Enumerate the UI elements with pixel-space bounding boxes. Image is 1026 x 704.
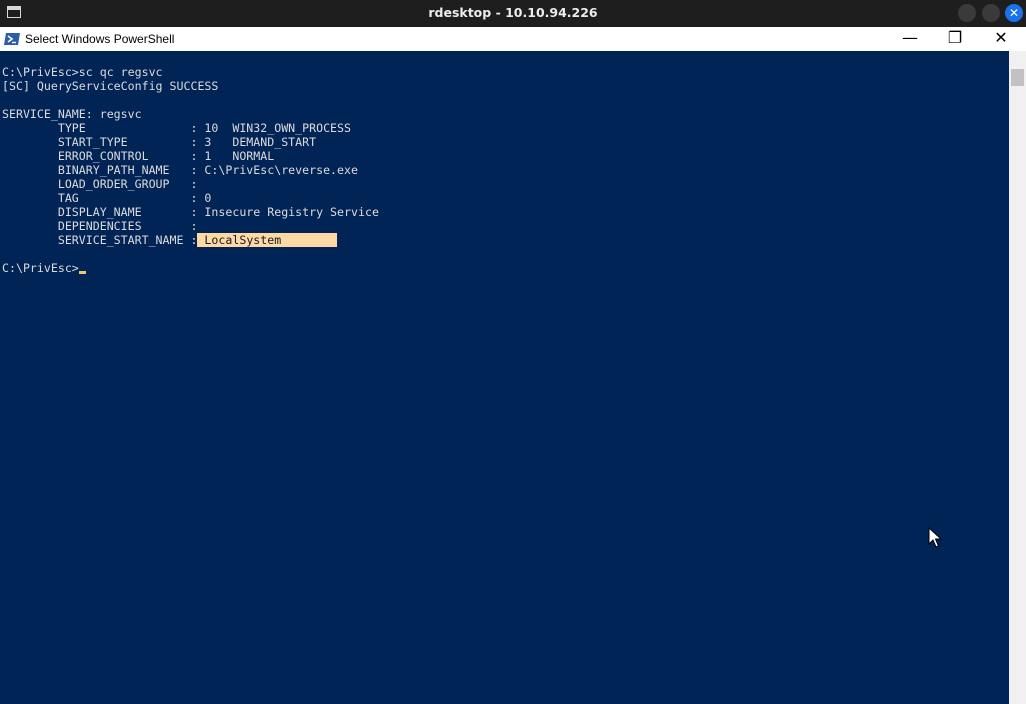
console-line: SERVICE_NAME: regsvc (2, 107, 142, 121)
close-button[interactable]: ✕ (978, 27, 1024, 51)
powershell-title-bar: Select Windows PowerShell — ❐ ✕ (0, 27, 1026, 51)
text-cursor (78, 271, 86, 274)
console-line: START_TYPE : 3 DEMAND_START (2, 135, 317, 149)
mouse-pointer-icon (928, 527, 942, 548)
close-icon: ✕ (994, 28, 1008, 47)
console-line: TYPE : 10 WIN32_OWN_PROCESS (2, 121, 352, 135)
scrollbar-thumb[interactable] (1011, 69, 1024, 86)
rdesktop-title-bar: rdesktop - 10.10.94.226 ✕ (0, 0, 1026, 27)
command-prompt: C:\PrivEsc> (2, 261, 79, 275)
outer-maximize-button[interactable] (982, 4, 1000, 22)
close-icon: ✕ (1008, 6, 1020, 20)
outer-close-button[interactable]: ✕ (1005, 4, 1023, 22)
service-start-name-label: SERVICE_START_NAME : (2, 233, 198, 247)
powershell-icon (4, 33, 20, 45)
rdesktop-title: rdesktop - 10.10.94.226 (428, 5, 598, 20)
console-line: BINARY_PATH_NAME : C:\PrivEsc\reverse.ex… (2, 163, 358, 177)
console-line: [SC] QueryServiceConfig SUCCESS (2, 79, 219, 93)
console-line: C:\PrivEsc>sc qc regsvc (2, 65, 163, 79)
outer-minimize-button[interactable] (958, 4, 976, 22)
console-line: ERROR_CONTROL : 1 NORMAL (2, 149, 275, 163)
console-line: DEPENDENCIES : (2, 219, 198, 233)
vertical-scrollbar[interactable] (1009, 51, 1026, 704)
console-line: DISPLAY_NAME : Insecure Registry Service (2, 205, 379, 219)
restore-button[interactable]: ❐ (932, 27, 978, 51)
prompt-line[interactable]: C:\PrivEsc> (2, 261, 379, 275)
minimize-button[interactable]: — (887, 27, 933, 51)
minimize-icon: — (902, 28, 918, 47)
restore-icon: ❐ (947, 28, 963, 47)
console-line: TAG : 0 (2, 191, 212, 205)
service-start-name-line: SERVICE_START_NAME : LocalSystem (2, 233, 379, 247)
selected-text-highlight: LocalSystem (197, 233, 338, 247)
console-line: LOAD_ORDER_GROUP : (2, 177, 198, 191)
window-title: Select Windows PowerShell (25, 32, 175, 46)
console-output-area[interactable]: C:\PrivEsc>sc qc regsvc [SC] QueryService… (0, 51, 1009, 704)
console-text: C:\PrivEsc>sc qc regsvc [SC] QueryService… (2, 65, 379, 275)
